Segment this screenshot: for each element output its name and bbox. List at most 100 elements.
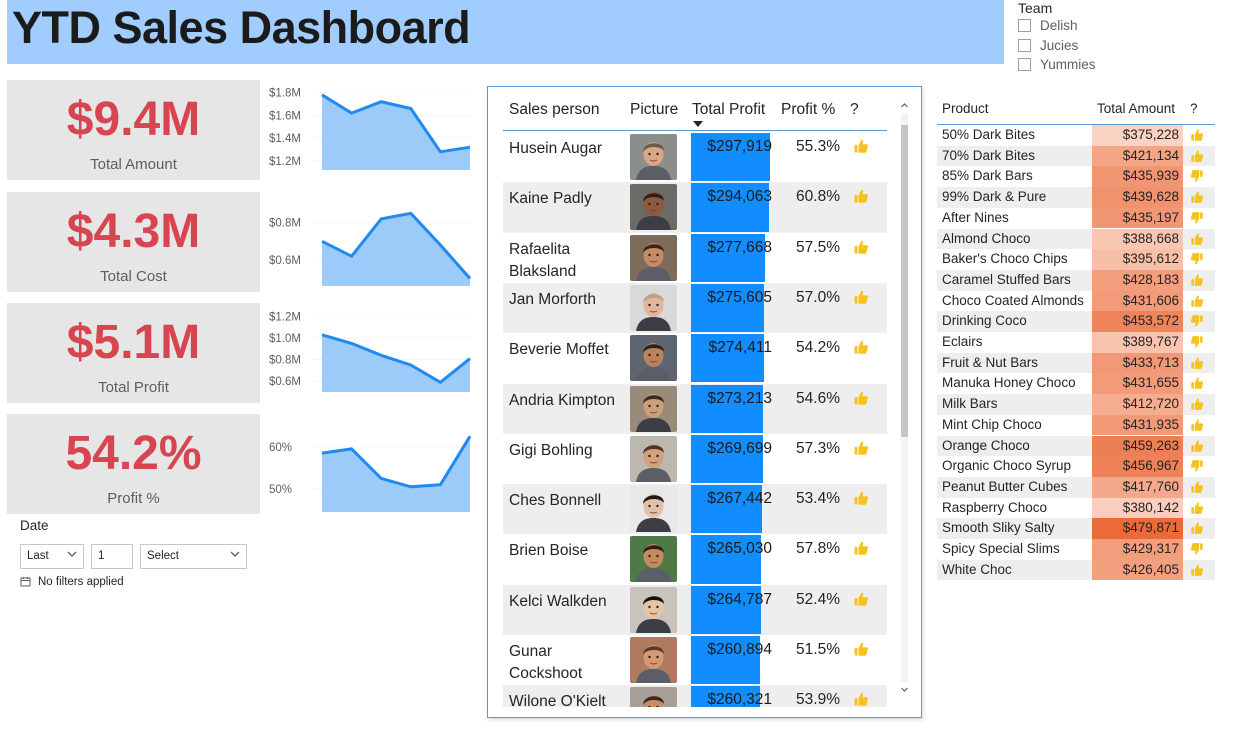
checkbox[interactable] [1018, 38, 1031, 52]
table-row[interactable]: Peanut Butter Cubes $417,760 [937, 476, 1215, 498]
sales-person-name: Wilone O'Kielt [509, 693, 606, 707]
table-row[interactable]: Choco Coated Almonds $431,606 [937, 290, 1215, 312]
y-tick-label: 60% [269, 442, 292, 454]
profit-pct-value: 57.5% [796, 238, 840, 256]
table-row[interactable]: Raspberry Choco $380,142 [937, 497, 1215, 519]
total-amount-value: $428,183 [1092, 269, 1183, 291]
total-amount-value: $412,720 [1092, 394, 1183, 415]
table-row[interactable]: Husein Augar $297,919 55.3% [503, 132, 887, 182]
profit-value: $260,894 [707, 641, 772, 658]
sales-person-picture [630, 687, 677, 707]
total-amount-value: $429,317 [1092, 539, 1183, 560]
sort-descending-icon[interactable] [692, 120, 704, 128]
sales-person-table[interactable]: Sales person Picture Total Profit Profit… [487, 86, 922, 718]
table-row[interactable]: Gunar Cockshoot $260,894 51.5% [503, 635, 887, 685]
table-row[interactable]: White Choc $426,405 [937, 559, 1215, 581]
kpi-card-total-amount[interactable]: $9.4M Total Amount [7, 80, 260, 180]
thumbs-down-icon [1190, 460, 1203, 472]
profit-cell: $264,787 [691, 585, 772, 635]
table-row[interactable]: Drinking Coco $453,572 [937, 311, 1215, 332]
table-row[interactable]: Rafaelita Blaksland $277,668 57.5% [503, 233, 887, 283]
relative-mode-dropdown[interactable]: Last [20, 544, 84, 569]
kpi-card-profit-pct[interactable]: 54.2% Profit % [7, 414, 260, 514]
y-tick-label: $0.6M [269, 376, 301, 388]
profit-value: $297,919 [707, 138, 772, 155]
profit-cell: $273,213 [691, 384, 772, 434]
thumbs-up-icon [1191, 129, 1204, 141]
column-header-picture[interactable]: Picture [630, 95, 678, 131]
table-row[interactable]: Eclairs $389,767 [937, 332, 1215, 353]
table-row[interactable]: Jan Morforth $275,605 57.0% [503, 282, 887, 334]
table-row[interactable]: Milk Bars $412,720 [937, 394, 1215, 415]
y-tick-label: $1.0M [269, 333, 301, 345]
column-header-total-amount[interactable]: Total Amount [1097, 101, 1175, 116]
table-row[interactable]: 50% Dark Bites $375,228 [937, 125, 1215, 146]
total-amount-value: $395,612 [1092, 249, 1183, 270]
checkbox[interactable] [1018, 58, 1031, 72]
profile-photo [630, 536, 677, 583]
y-tick-label: $1.2M [269, 156, 301, 168]
profit-cell: $267,442 [691, 484, 772, 534]
total-amount-value: $435,939 [1092, 166, 1183, 188]
kpi-card-total-cost[interactable]: $4.3M Total Cost [7, 192, 260, 292]
profile-photo [630, 486, 677, 533]
vertical-scrollbar[interactable] [900, 101, 909, 695]
table-row[interactable]: Wilone O'Kielt $260,321 53.9% [503, 685, 887, 707]
sales-person-name: Jan Morforth [509, 290, 597, 308]
team-option-yummies[interactable]: Yummies [1018, 55, 1218, 75]
table-row[interactable]: Orange Choco $459,263 [937, 435, 1215, 457]
table-row[interactable]: Beverie Moffet $274,411 54.2% [503, 333, 887, 383]
table-row[interactable]: Andria Kimpton $273,213 54.6% [503, 383, 887, 434]
scroll-down-icon[interactable] [900, 685, 909, 694]
team-option-jucies[interactable]: Jucies [1018, 36, 1218, 56]
thumbs-up-icon [854, 139, 868, 153]
table-row[interactable]: Mint Chip Choco $431,935 [937, 414, 1215, 436]
column-header-profit-pct[interactable]: Profit % [781, 95, 835, 131]
column-header-indicator[interactable]: ? [850, 95, 859, 131]
column-header-product[interactable]: Product [942, 101, 989, 116]
table-row[interactable]: After Nines $435,197 [937, 207, 1215, 229]
table-row[interactable]: Kelci Walkden $264,787 52.4% [503, 584, 887, 635]
total-amount-value: $417,760 [1092, 476, 1183, 498]
kpi-card-total-profit[interactable]: $5.1M Total Profit [7, 303, 260, 403]
y-tick-label: $1.6M [269, 110, 301, 122]
sparkline-total-profit[interactable]: $1.2M $1.0M $0.8M $0.6M [265, 306, 475, 398]
column-header-indicator[interactable]: ? [1190, 101, 1198, 116]
filter-status-text: No filters applied [38, 576, 124, 588]
scrollbar-thumb[interactable] [901, 125, 908, 437]
table-row[interactable]: Baker's Choco Chips $395,612 [937, 249, 1215, 270]
table-row[interactable]: Manuka Honey Choco $431,655 [937, 373, 1215, 395]
thumbs-up-icon [1191, 191, 1204, 203]
product-table[interactable]: Product Total Amount ? 50% Dark Bites $37… [937, 97, 1215, 581]
table-row[interactable]: Spicy Special Slims $429,317 [937, 539, 1215, 560]
table-row[interactable]: Gigi Bohling $269,699 57.3% [503, 434, 887, 484]
product-name: Almond Choco [942, 230, 1031, 246]
sparkline-total-cost[interactable]: $0.8M $0.6M [265, 200, 475, 292]
product-name: Fruit & Nut Bars [942, 354, 1039, 370]
relative-unit-dropdown[interactable]: Select [140, 544, 247, 569]
table-row[interactable]: Brien Boise $265,030 57.8% [503, 534, 887, 584]
table-row[interactable]: Caramel Stuffed Bars $428,183 [937, 269, 1215, 291]
profit-cell: $260,321 [691, 685, 772, 707]
table-row[interactable]: Ches Bonnell $267,442 53.4% [503, 484, 887, 535]
team-option-delish[interactable]: Delish [1018, 16, 1218, 36]
scroll-up-icon[interactable] [900, 101, 909, 110]
table-row[interactable]: Kaine Padly $294,063 60.8% [503, 182, 887, 233]
calendar-filter-icon [20, 577, 31, 587]
relative-count-input[interactable]: 1 [91, 544, 133, 569]
sparkline-profit-pct[interactable]: 60% 50% [265, 426, 475, 518]
sales-person-picture [630, 637, 677, 683]
table-row[interactable]: 70% Dark Bites $421,134 [937, 145, 1215, 167]
sparkline-total-amount[interactable]: $1.8M $1.6M $1.4M $1.2M [265, 84, 475, 176]
table-row[interactable]: Smooth Sliky Salty $479,871 [937, 518, 1215, 539]
table-row[interactable]: Almond Choco $388,668 [937, 228, 1215, 250]
table-row[interactable]: 99% Dark & Pure $439,628 [937, 187, 1215, 208]
table-row[interactable]: Fruit & Nut Bars $433,713 [937, 352, 1215, 374]
checkbox[interactable] [1018, 19, 1031, 33]
table-row[interactable]: 85% Dark Bars $435,939 [937, 166, 1215, 188]
table-row[interactable]: Organic Choco Syrup $456,967 [937, 456, 1215, 477]
thumbs-up-icon [1191, 398, 1204, 410]
column-header-sales-person[interactable]: Sales person [509, 95, 599, 131]
total-amount-value: $433,713 [1092, 352, 1183, 374]
kpi-label: Total Amount [90, 156, 177, 173]
